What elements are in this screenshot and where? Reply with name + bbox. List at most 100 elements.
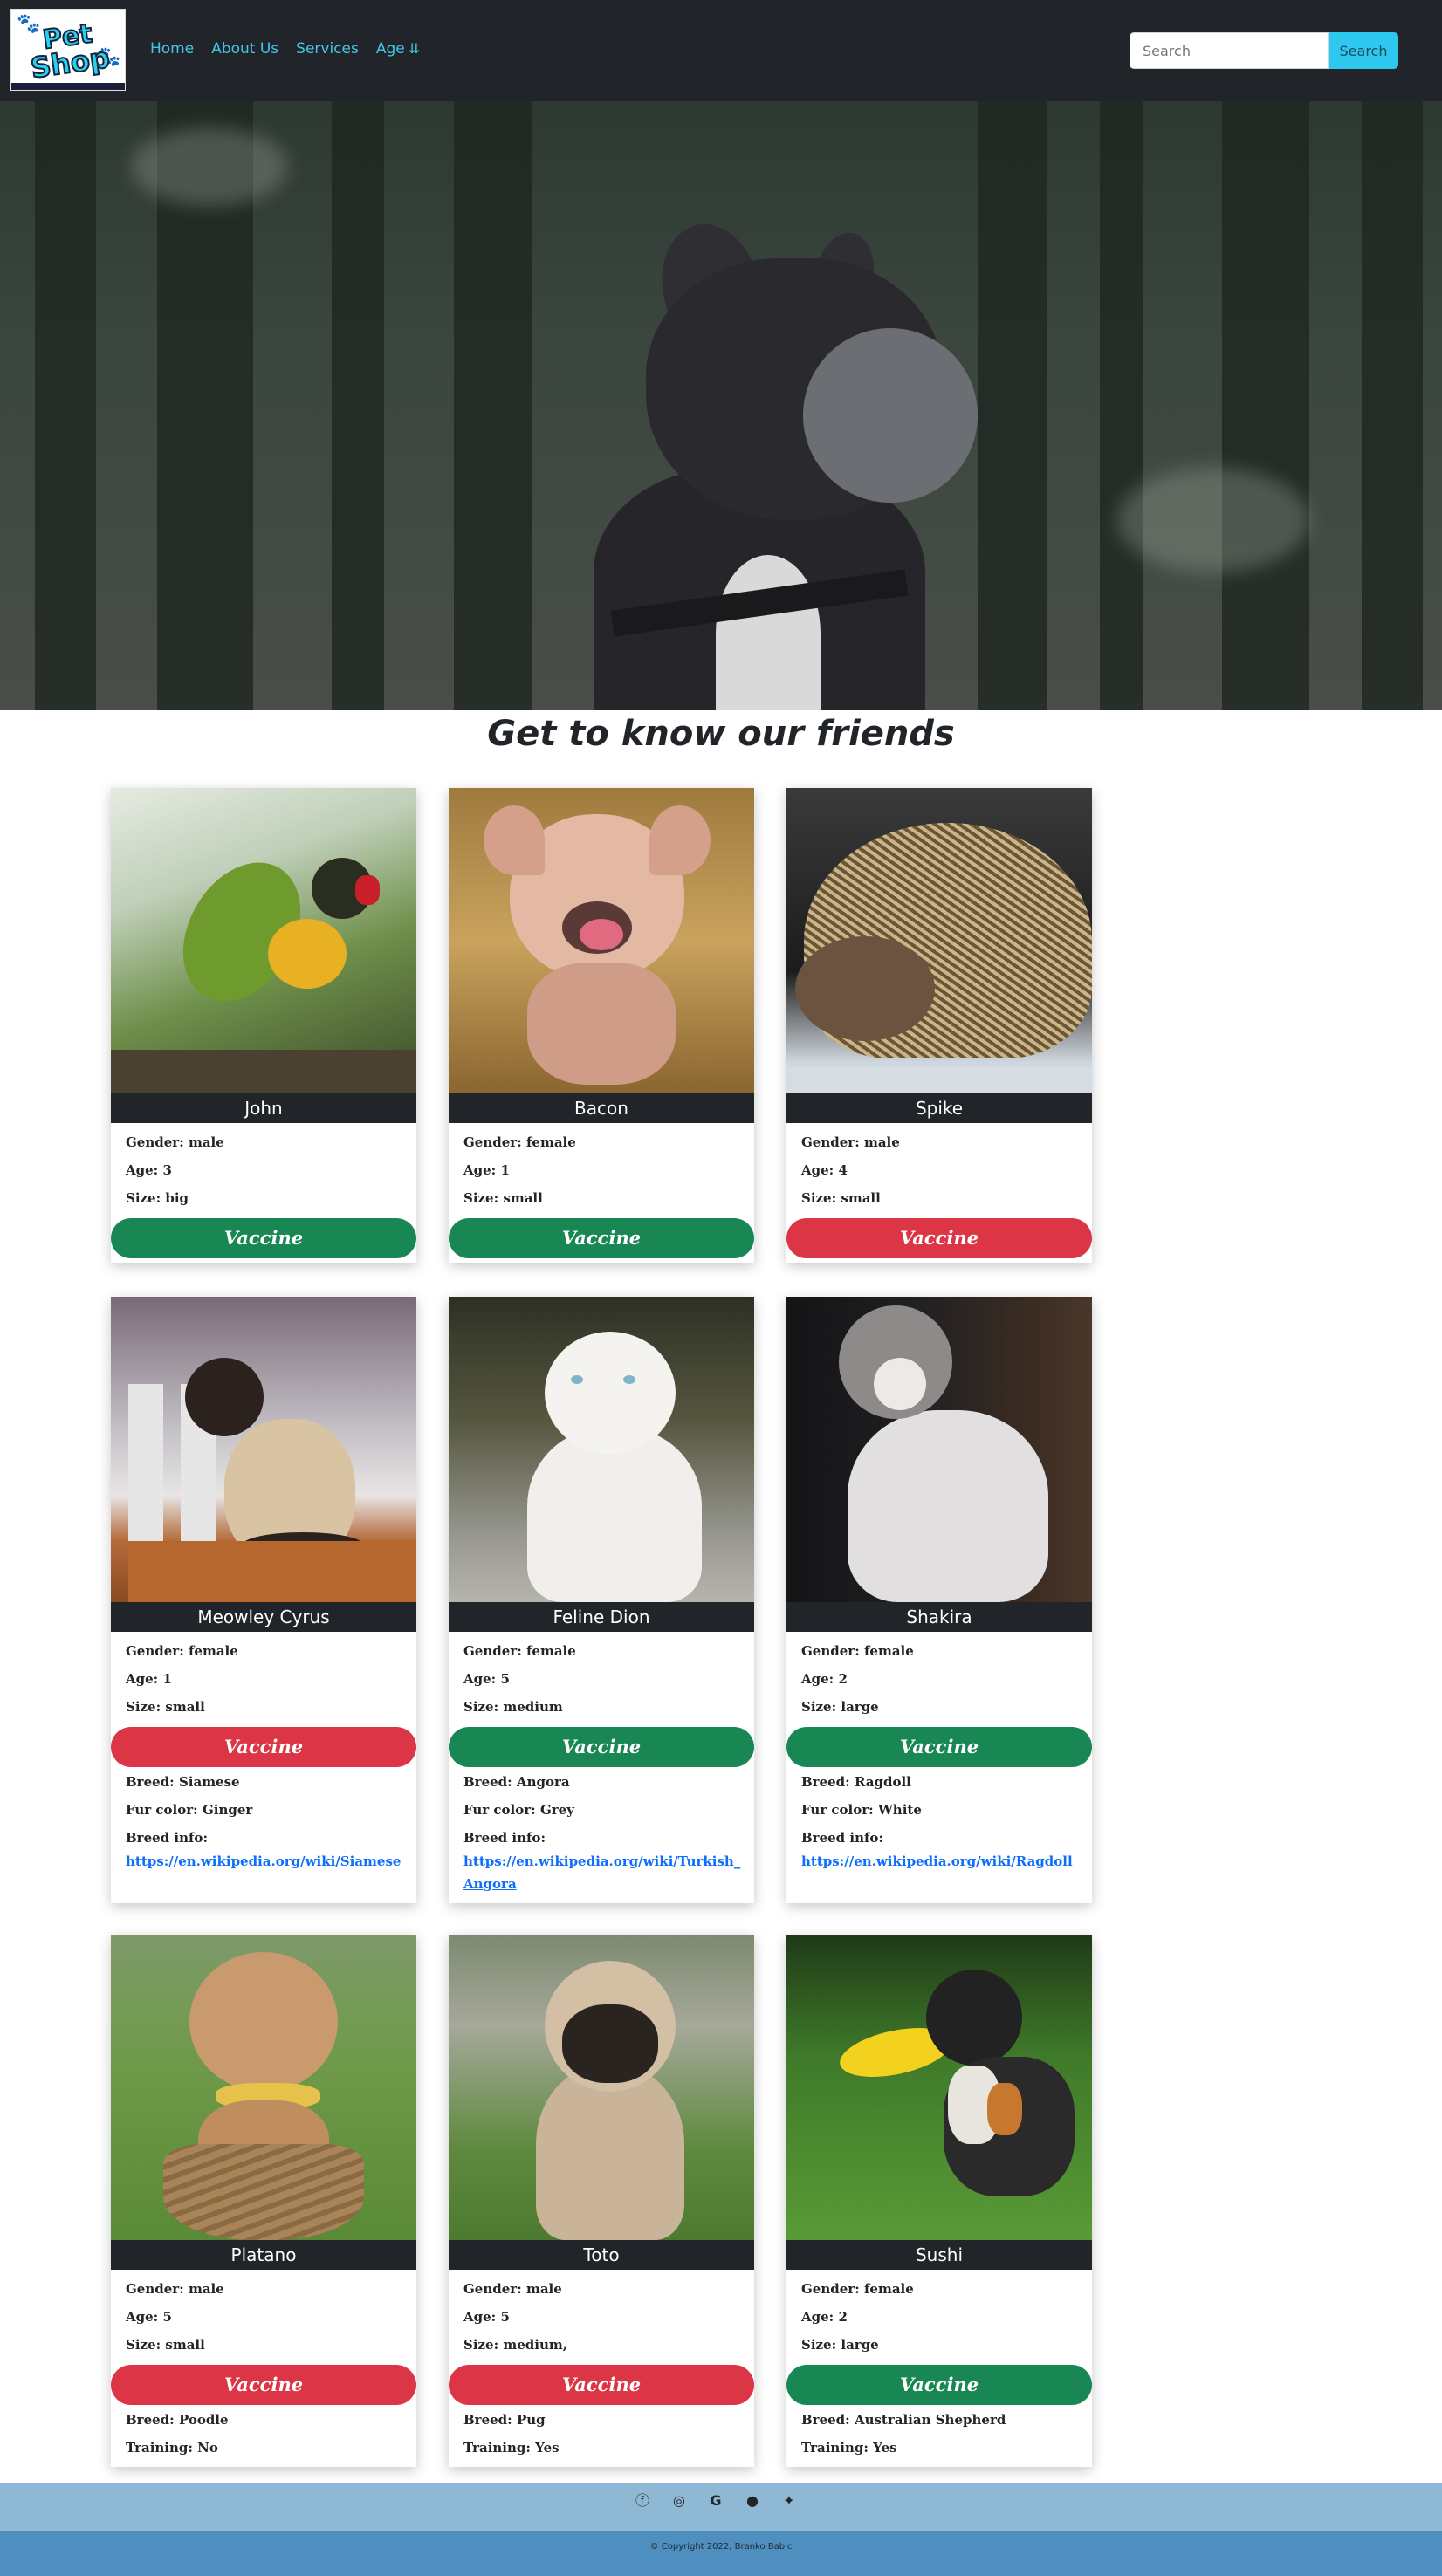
logo[interactable]: 🐾 🐾 Pet Shop: [10, 9, 126, 91]
pet-breed-info-label: Breed info:: [126, 1830, 208, 1846]
pet-age: Age: 2: [801, 2309, 848, 2325]
nav-services[interactable]: Services: [296, 40, 359, 58]
pet-card-meowley-cyrus: Meowley Cyrus Gender: female Age: 1 Size…: [111, 1297, 416, 1903]
pet-breed: Breed: Australian Shepherd: [801, 2412, 1006, 2428]
pet-size: Size: big: [126, 1190, 189, 1206]
pet-breed-info-label: Breed info:: [464, 1830, 546, 1846]
nav-home[interactable]: Home: [150, 40, 194, 58]
vaccine-status-badge: Vaccine: [786, 1727, 1092, 1767]
pet-name: Platano: [111, 2240, 416, 2270]
pet-name: Toto: [449, 2240, 754, 2270]
vaccine-status-badge: Vaccine: [111, 1727, 416, 1767]
pet-size: Size: large: [801, 2337, 879, 2353]
github-icon[interactable]: ●: [741, 2490, 764, 2512]
pet-name: Spike: [786, 1093, 1092, 1123]
pet-breed: Breed: Pug: [464, 2412, 546, 2428]
pet-age: Age: 4: [801, 1162, 848, 1178]
pet-size: Size: small: [801, 1190, 881, 1206]
pet-name: Feline Dion: [449, 1602, 754, 1632]
pet-size: Size: large: [801, 1699, 879, 1715]
pet-size: Size: small: [464, 1190, 543, 1206]
pet-photo-poodle: [111, 1935, 416, 2240]
pet-size: Size: medium: [464, 1699, 563, 1715]
pet-photo-siamese-cat: [111, 1297, 416, 1602]
pet-gender: Gender: female: [126, 1643, 238, 1659]
pet-card-platano: Platano Gender: male Age: 5 Size: small …: [111, 1935, 416, 2467]
pet-photo-angora-cat: [449, 1297, 754, 1602]
pet-gender: Gender: female: [464, 1134, 576, 1150]
pet-photo-pug: [449, 1935, 754, 2240]
vaccine-status-badge: Vaccine: [786, 1218, 1092, 1258]
nav-age-sort[interactable]: Age ⇊: [376, 40, 420, 58]
pet-breed: Breed: Ragdoll: [801, 1774, 911, 1790]
pet-age: Age: 5: [464, 2309, 510, 2325]
breed-info-link[interactable]: https://en.wikipedia.org/wiki/Ragdoll: [801, 1850, 1081, 1873]
nav-age-label: Age: [375, 40, 405, 58]
logo-footer-strip: [11, 83, 125, 90]
paw-icon: 🐾: [17, 13, 41, 35]
search-input[interactable]: [1130, 32, 1329, 69]
pet-gender: Gender: male: [801, 1134, 900, 1150]
pet-card-sushi: Sushi Gender: female Age: 2 Size: large …: [786, 1935, 1092, 2467]
pet-breed-info-label: Breed info:: [801, 1830, 883, 1846]
section-title: Get to know our friends: [487, 714, 955, 754]
pet-card-spike: Spike Gender: male Age: 4 Size: small Va…: [786, 788, 1092, 1263]
navbar: 🐾 🐾 Pet Shop Home About Us Services Age ⇊…: [0, 0, 1442, 101]
pet-size: Size: small: [126, 2337, 205, 2353]
pet-photo-ragdoll-cat: [786, 1297, 1092, 1602]
pet-size: Size: small: [126, 1699, 205, 1715]
vaccine-status-badge: Vaccine: [111, 1218, 416, 1258]
pet-card-bacon: Bacon Gender: female Age: 1 Size: small …: [449, 788, 754, 1263]
pet-name: John: [111, 1093, 416, 1123]
instagram-icon[interactable]: ◎: [668, 2490, 690, 2512]
pet-gender: Gender: female: [801, 1643, 914, 1659]
pet-card-feline-dion: Feline Dion Gender: female Age: 5 Size: …: [449, 1297, 754, 1903]
pet-age: Age: 1: [464, 1162, 510, 1178]
facebook-icon[interactable]: ⓕ: [631, 2490, 654, 2512]
breed-info-link[interactable]: https://en.wikipedia.org/wiki/Siamese: [126, 1850, 405, 1873]
pet-gender: Gender: male: [464, 2281, 562, 2297]
pet-training: Training: Yes: [801, 2440, 897, 2456]
footer-copyright-bar: [0, 2531, 1442, 2576]
pet-name: Sushi: [786, 2240, 1092, 2270]
pet-gender: Gender: female: [464, 1643, 576, 1659]
pet-fur-color: Fur color: White: [801, 1802, 922, 1818]
pet-age: Age: 2: [801, 1671, 848, 1687]
pet-name: Meowley Cyrus: [111, 1602, 416, 1632]
search-button[interactable]: Search: [1329, 32, 1398, 69]
vaccine-status-badge: Vaccine: [449, 2365, 754, 2405]
pet-size: Size: medium,: [464, 2337, 567, 2353]
pet-name: Bacon: [449, 1093, 754, 1123]
pet-card-john: John Gender: male Age: 3 Size: big Vacci…: [111, 788, 416, 1263]
nav-about[interactable]: About Us: [211, 40, 278, 58]
nav-links: Home About Us Services Age ⇊: [150, 40, 420, 58]
copyright-text: © Copyright 2022, Branko Babic: [649, 2542, 793, 2552]
pet-age: Age: 5: [126, 2309, 172, 2325]
pet-photo-hedgehog: [786, 788, 1092, 1093]
breed-info-link[interactable]: https://en.wikipedia.org/wiki/Turkish_An…: [464, 1850, 743, 1895]
pet-card-toto: Toto Gender: male Age: 5 Size: medium, V…: [449, 1935, 754, 2467]
twitter-icon[interactable]: ✦: [778, 2490, 800, 2512]
vaccine-status-badge: Vaccine: [111, 2365, 416, 2405]
pet-breed: Breed: Siamese: [126, 1774, 240, 1790]
pet-training: Training: Yes: [464, 2440, 560, 2456]
sort-descending-icon: ⇊: [408, 40, 421, 57]
pet-name: Shakira: [786, 1602, 1092, 1632]
pet-card-shakira: Shakira Gender: female Age: 2 Size: larg…: [786, 1297, 1092, 1903]
pet-photo-parrot: [111, 788, 416, 1093]
pet-fur-color: Fur color: Grey: [464, 1802, 574, 1818]
vaccine-status-badge: Vaccine: [449, 1727, 754, 1767]
vaccine-status-badge: Vaccine: [786, 2365, 1092, 2405]
pet-breed: Breed: Poodle: [126, 2412, 229, 2428]
vaccine-status-badge: Vaccine: [449, 1218, 754, 1258]
pet-breed: Breed: Angora: [464, 1774, 570, 1790]
pet-age: Age: 1: [126, 1671, 172, 1687]
google-icon[interactable]: G: [704, 2490, 727, 2512]
pet-gender: Gender: female: [801, 2281, 914, 2297]
pet-age: Age: 3: [126, 1162, 172, 1178]
pet-age: Age: 5: [464, 1671, 510, 1687]
pet-gender: Gender: male: [126, 1134, 224, 1150]
pet-training: Training: No: [126, 2440, 218, 2456]
pet-gender: Gender: male: [126, 2281, 224, 2297]
hero-image: [0, 101, 1442, 710]
